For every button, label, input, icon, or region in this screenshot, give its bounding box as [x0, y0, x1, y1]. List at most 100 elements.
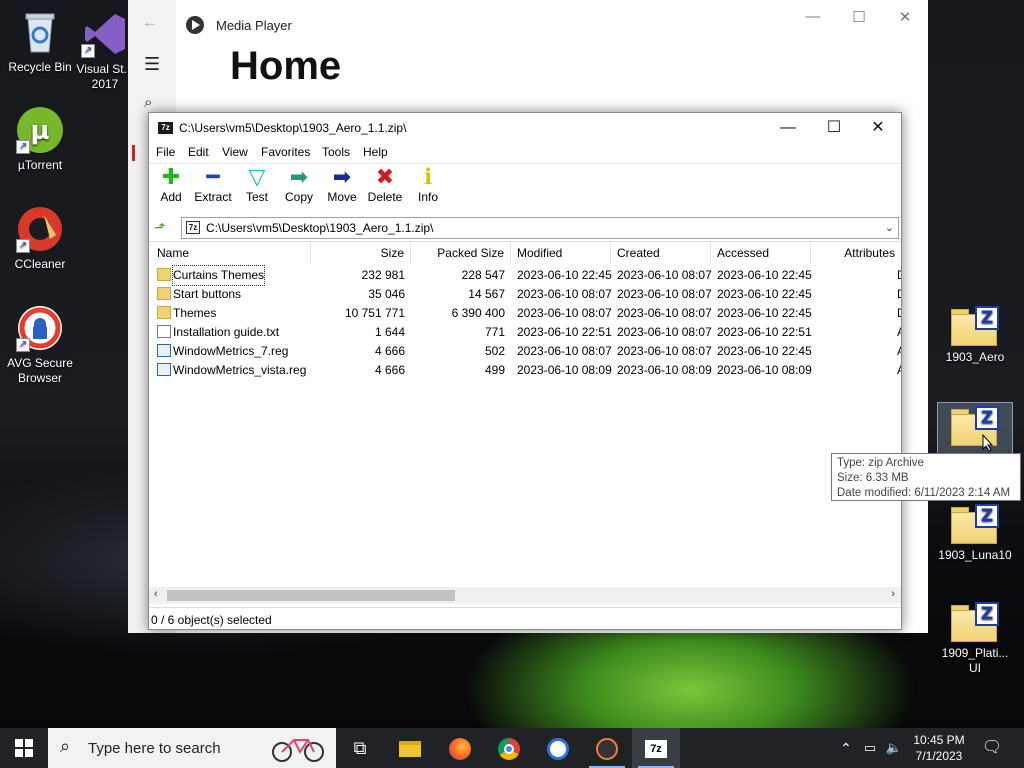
- column-header-attributes[interactable]: Attributes: [811, 242, 901, 264]
- column-header-size[interactable]: Size: [311, 242, 411, 264]
- avg-browser-taskbar-icon[interactable]: [534, 728, 582, 768]
- network-icon[interactable]: ▭: [858, 728, 882, 768]
- test-button[interactable]: ▽ Test: [235, 165, 279, 205]
- table-row[interactable]: Start buttons 35 046 14 567 2023-06-10 0…: [149, 285, 901, 304]
- info-button[interactable]: ℹ Info: [406, 166, 450, 205]
- folder-icon: [157, 306, 171, 319]
- 7zip-logo-icon: 7z: [158, 122, 173, 134]
- desktop-icon-ccleaner[interactable]: ↗ CCleaner: [0, 205, 80, 272]
- table-row[interactable]: Installation guide.txt 1 644 771 2023-06…: [149, 323, 901, 342]
- registry-file-icon: [157, 363, 171, 376]
- menu-help[interactable]: Help: [363, 145, 388, 159]
- folder-up-icon[interactable]: ⬏: [154, 219, 172, 235]
- column-header-packed-size[interactable]: Packed Size: [411, 242, 511, 264]
- chevron-up-icon[interactable]: ⌃: [834, 728, 858, 768]
- title-bar[interactable]: 7z C:\Users\vm5\Desktop\1903_Aero_1.1.zi…: [149, 113, 901, 143]
- table-row[interactable]: WindowMetrics_7.reg 4 666 502 2023-06-10…: [149, 342, 901, 361]
- file-created: 2023-06-10 08:09: [617, 363, 712, 377]
- hamburger-menu-icon[interactable]: ☰: [144, 54, 160, 75]
- table-row[interactable]: Curtains Themes 232 981 228 547 2023-06-…: [149, 265, 901, 286]
- task-view-icon[interactable]: ⧉: [336, 728, 384, 768]
- start-button[interactable]: [0, 728, 48, 768]
- file-list: Name Size Packed Size Modified Created A…: [149, 241, 901, 587]
- media-player-taskbar-icon[interactable]: [583, 728, 631, 768]
- copy-button[interactable]: ➡ Copy: [277, 165, 321, 205]
- notification-icon[interactable]: 🗨: [970, 728, 1014, 768]
- taskbar-search[interactable]: ⌕ Type here to search: [48, 728, 336, 768]
- desktop-icon-1909-platinum[interactable]: Z 1909_Plati... UI: [935, 602, 1015, 676]
- test-icon: ▽: [248, 165, 266, 190]
- zip-folder-icon: Z: [951, 602, 999, 642]
- column-header-accessed[interactable]: Accessed: [711, 242, 811, 264]
- file-accessed: 2023-06-10 22:45: [717, 344, 812, 358]
- menu-tools[interactable]: Tools: [322, 145, 350, 159]
- add-button[interactable]: ✚ Add: [149, 166, 193, 205]
- delete-button[interactable]: ✖ Delete: [363, 166, 407, 205]
- mp-maximize-button[interactable]: ☐: [836, 8, 882, 28]
- desktop-icon-1903-aero[interactable]: Z 1903_Aero: [935, 306, 1015, 365]
- file-name: WindowMetrics_vista.reg: [173, 363, 307, 377]
- menu-favorites[interactable]: Favorites: [261, 145, 310, 159]
- search-icon[interactable]: ⌕: [144, 94, 152, 111]
- desktop-icon-1903-luna10[interactable]: Z 1903_Luna10: [935, 504, 1015, 563]
- desktop-icon-label: AVG Secure Browser: [7, 356, 73, 385]
- menu-edit[interactable]: Edit: [188, 145, 209, 159]
- tooltip-date: Date modified: 6/11/2023 2:14 AM: [837, 487, 1011, 499]
- scrollbar-thumb[interactable]: [167, 590, 455, 601]
- menu-file[interactable]: File: [156, 145, 175, 159]
- file-attributes: D: [897, 266, 901, 285]
- table-row[interactable]: Themes 10 751 771 6 390 400 2023-06-10 0…: [149, 304, 901, 323]
- desktop-icon-selected-zip[interactable]: Z: [937, 402, 1013, 454]
- mp-close-button[interactable]: ✕: [882, 8, 928, 28]
- desktop-icon-label: CCleaner: [14, 257, 66, 271]
- chevron-down-icon[interactable]: ⌄: [885, 221, 894, 234]
- clock[interactable]: 10:45 PM 7/1/2023: [912, 732, 966, 764]
- zip-folder-icon: Z: [951, 504, 999, 544]
- chrome-icon[interactable]: [485, 728, 533, 768]
- visual-studio-icon: ↗: [81, 10, 129, 58]
- 7zip-taskbar-icon[interactable]: 7z: [632, 728, 680, 768]
- scroll-right-icon[interactable]: ›: [891, 588, 895, 600]
- volume-muted-icon[interactable]: 🔈: [882, 728, 906, 768]
- back-arrow-icon[interactable]: ←: [142, 14, 158, 32]
- file-created: 2023-06-10 08:07: [617, 306, 712, 320]
- maximize-button[interactable]: ☐: [811, 113, 857, 143]
- file-modified: 2023-06-10 22:51: [517, 325, 612, 339]
- file-size: 4 666: [374, 344, 405, 358]
- file-packed-size: 499: [484, 363, 505, 377]
- menu-bar: File Edit View Favorites Tools Help: [149, 143, 901, 163]
- file-size: 232 981: [361, 268, 405, 282]
- file-explorer-icon[interactable]: [386, 728, 434, 768]
- address-bar: ⬏ 7z C:\Users\vm5\Desktop\1903_Aero_1.1.…: [149, 215, 901, 239]
- desktop-icon-recycle-bin[interactable]: Recycle Bin: [0, 8, 80, 75]
- scroll-left-icon[interactable]: ‹: [154, 588, 158, 600]
- address-input[interactable]: 7z C:\Users\vm5\Desktop\1903_Aero_1.1.zi…: [181, 217, 899, 239]
- file-created: 2023-06-10 08:07: [617, 344, 712, 358]
- firefox-icon[interactable]: [436, 728, 484, 768]
- file-created: 2023-06-10 08:07: [617, 287, 712, 301]
- table-row[interactable]: WindowMetrics_vista.reg 4 666 499 2023-0…: [149, 361, 901, 380]
- horizontal-scrollbar[interactable]: ‹ ›: [149, 587, 901, 604]
- column-header-name[interactable]: Name: [151, 242, 311, 264]
- media-player-title: Media Player: [216, 18, 292, 33]
- copy-icon: ➡: [289, 165, 309, 190]
- menu-view[interactable]: View: [222, 145, 248, 159]
- column-header-modified[interactable]: Modified: [511, 242, 611, 264]
- clock-time: 10:45 PM: [913, 733, 965, 747]
- 7zip-window: 7z C:\Users\vm5\Desktop\1903_Aero_1.1.zi…: [148, 112, 902, 630]
- mp-minimize-button[interactable]: —: [790, 8, 836, 28]
- add-label: Add: [160, 190, 182, 204]
- minimize-button[interactable]: —: [765, 113, 811, 143]
- move-button[interactable]: ➡ Move: [320, 166, 364, 205]
- extract-button[interactable]: ━ Extract: [191, 166, 235, 205]
- utorrent-icon: µ ↗: [16, 106, 64, 154]
- file-size: 10 751 771: [344, 306, 405, 320]
- column-header-created[interactable]: Created: [611, 242, 711, 264]
- file-created: 2023-06-10 08:07: [617, 325, 712, 339]
- desktop-icon-utorrent[interactable]: µ ↗ µTorrent: [0, 106, 80, 173]
- desktop-icon-avg-browser[interactable]: ↗ AVG Secure Browser: [0, 304, 80, 386]
- file-accessed: 2023-06-10 22:51: [717, 325, 812, 339]
- close-button[interactable]: ✕: [855, 113, 901, 143]
- desktop-icon-label: 1903_Luna10: [938, 548, 1012, 562]
- delete-label: Delete: [367, 190, 403, 204]
